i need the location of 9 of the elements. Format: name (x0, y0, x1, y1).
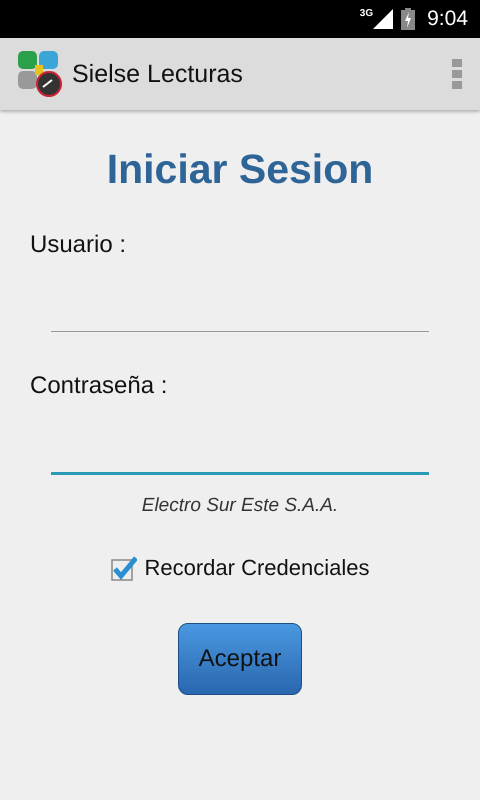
field-label: Contraseña : (30, 372, 168, 400)
accept-button[interactable]: Aceptar (178, 623, 302, 695)
field-label: Usuario : (30, 231, 128, 259)
page-heading: Iniciar Sesion (106, 146, 374, 193)
network-type: 3G (360, 8, 374, 19)
app-title: Sielse Lecturas (72, 60, 244, 88)
checkbox-label: Recordar Credenciales (144, 555, 370, 581)
company-name: Electro Sur Este S.A.A. (140, 495, 340, 517)
clock: 9:04 (427, 7, 468, 31)
